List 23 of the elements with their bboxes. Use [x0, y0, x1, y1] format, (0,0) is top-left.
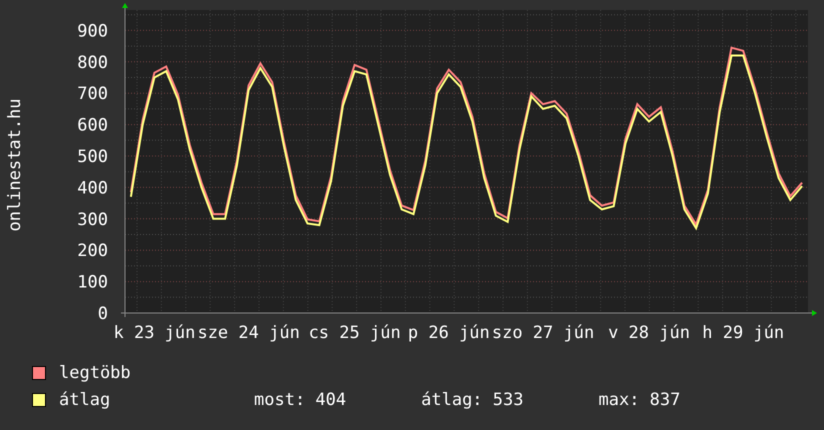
y-tick-label: 500	[77, 147, 108, 167]
x-tick-label: p 26 jún	[408, 323, 490, 343]
x-tick-label: sze 24 jún	[197, 323, 300, 343]
legend-stat: átlag: 533	[421, 390, 524, 410]
y-tick-label: 200	[77, 241, 108, 262]
legend-label: átlag	[59, 390, 112, 410]
legend-label: legtöbb	[59, 363, 132, 383]
x-tick-label: cs 25 jún	[308, 323, 401, 343]
legend-stat: most: 404	[254, 390, 346, 410]
y-tick-label: 100	[77, 272, 108, 293]
y-tick-label: 0	[98, 304, 108, 324]
y-tick-label: 300	[77, 210, 108, 230]
y-tick-label: 600	[77, 116, 108, 136]
x-tick-label: h 29 jún	[702, 323, 784, 343]
legend-stat: max: 837	[598, 390, 680, 410]
x-tick-label: szo 27 jún	[492, 323, 594, 343]
y-tick-label: 400	[77, 178, 108, 198]
y-tick-label: 800	[77, 52, 108, 73]
y-tick-label: 900	[77, 21, 108, 42]
y-tick-label: 700	[77, 84, 108, 104]
x-tick-label: v 28 jún	[608, 323, 690, 343]
y-axis-title: onlinestat.hu	[5, 98, 25, 232]
x-tick-label: k 23 jún	[114, 323, 196, 343]
